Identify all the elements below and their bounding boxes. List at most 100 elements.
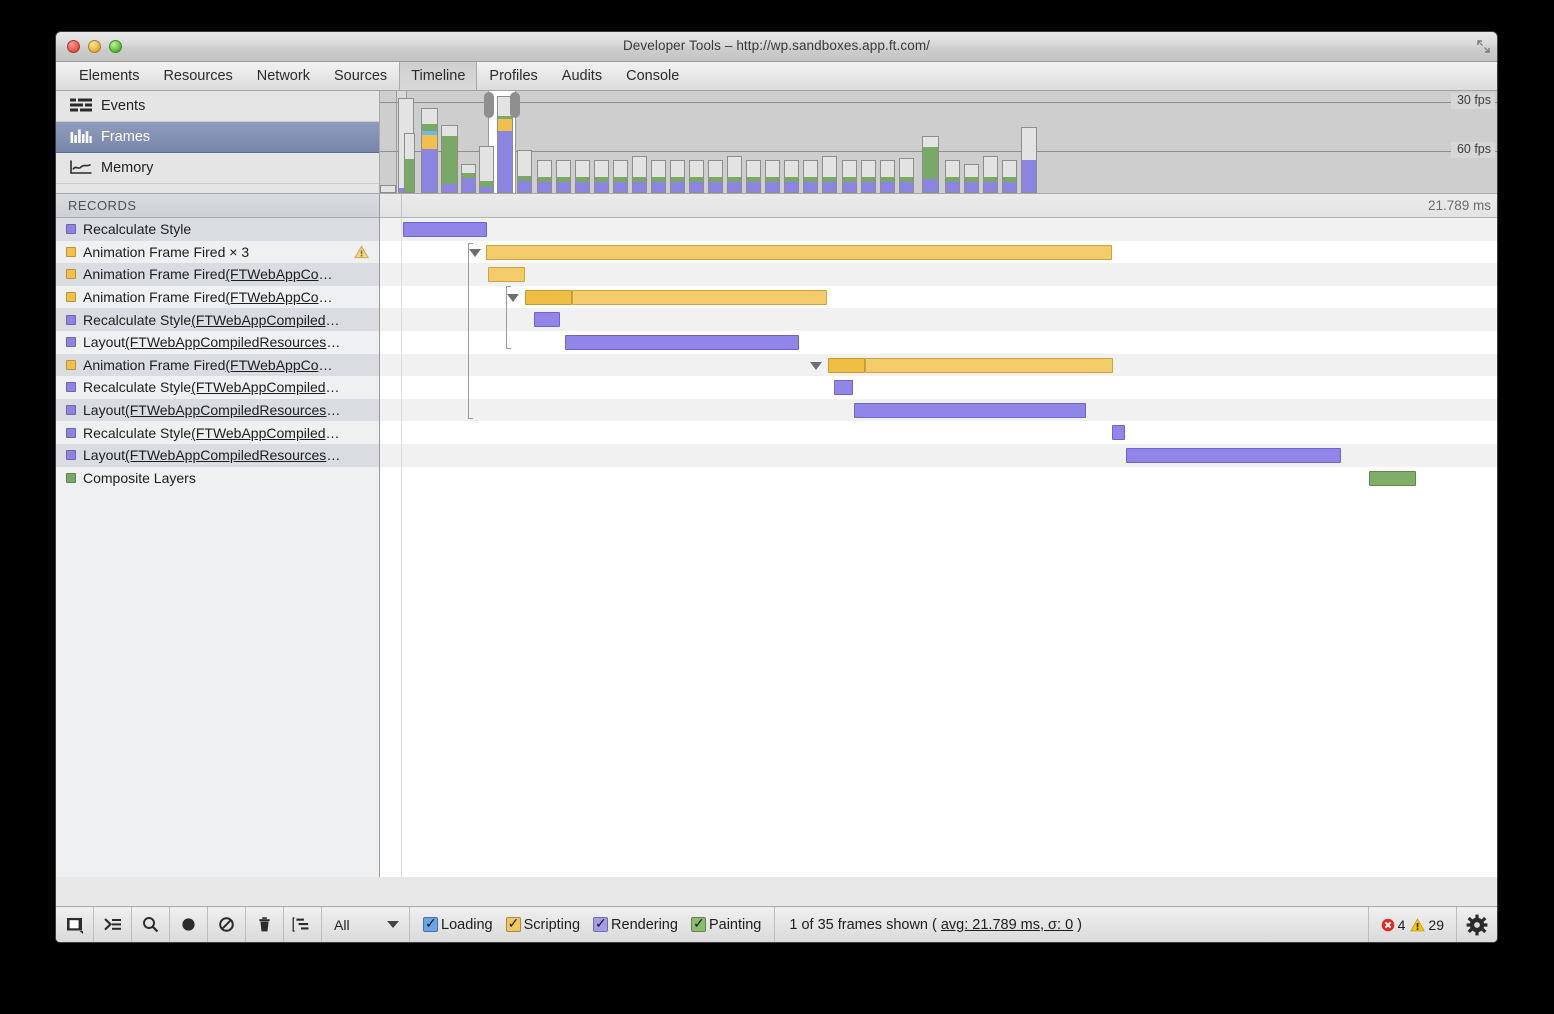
warning-count-item[interactable]: 29 bbox=[1410, 917, 1444, 933]
record-row[interactable]: Recalculate Style (FTWebAppCompiled… bbox=[56, 421, 379, 444]
filter-tree-icon[interactable] bbox=[284, 907, 322, 942]
frame-bar[interactable] bbox=[727, 156, 742, 193]
record-icon[interactable] bbox=[170, 907, 208, 942]
tab-console[interactable]: Console bbox=[614, 62, 691, 90]
frame-bar[interactable] bbox=[803, 160, 818, 193]
frame-bar[interactable] bbox=[899, 158, 914, 193]
timeline-bar[interactable] bbox=[854, 402, 1086, 418]
timeline-bar[interactable] bbox=[1369, 470, 1416, 486]
record-row[interactable]: Recalculate Style (FTWebAppCompiled… bbox=[56, 376, 379, 399]
record-row[interactable]: Animation Frame Fired (FTWebAppCo… bbox=[56, 353, 379, 377]
disclosure-triangle-icon[interactable] bbox=[507, 293, 519, 302]
tab-elements[interactable]: Elements bbox=[67, 62, 151, 90]
frame-bar[interactable] bbox=[945, 160, 960, 193]
disclosure-triangle-icon[interactable] bbox=[469, 248, 481, 257]
record-row[interactable]: Animation Frame Fired (FTWebAppCo… bbox=[56, 285, 379, 309]
checkbox-loading[interactable]: ✓ Loading bbox=[423, 916, 493, 933]
tab-resources[interactable]: Resources bbox=[151, 62, 244, 90]
record-source-link[interactable]: (FTWebAppCompiled bbox=[191, 312, 325, 328]
timeline-panel[interactable]: 21.789 ms bbox=[380, 194, 1497, 877]
record-source-link[interactable]: (FTWebAppCo bbox=[225, 289, 318, 305]
record-row[interactable]: Composite Layers bbox=[56, 466, 379, 490]
frame-bar[interactable] bbox=[613, 160, 628, 193]
frame-bar[interactable] bbox=[441, 125, 458, 193]
trash-icon[interactable] bbox=[246, 907, 284, 942]
filter-select[interactable]: All bbox=[322, 907, 410, 942]
frame-bar[interactable] bbox=[1021, 127, 1037, 193]
dock-panel-icon[interactable] bbox=[56, 907, 94, 942]
clear-icon[interactable] bbox=[208, 907, 246, 942]
frame-bar[interactable] bbox=[784, 160, 799, 193]
timeline-bar[interactable] bbox=[525, 289, 572, 305]
tab-sources[interactable]: Sources bbox=[322, 62, 399, 90]
frame-bar[interactable] bbox=[632, 156, 647, 193]
frame-bar[interactable] bbox=[517, 150, 532, 193]
checkbox-rendering[interactable]: ✓ Rendering bbox=[593, 916, 678, 933]
frame-bar[interactable] bbox=[708, 160, 723, 193]
timeline-bar[interactable] bbox=[488, 267, 525, 283]
record-source-link[interactable]: (FTWebAppCompiled bbox=[191, 379, 325, 395]
frame-bar[interactable] bbox=[880, 160, 895, 193]
record-source-link[interactable]: (FTWebAppCo bbox=[225, 266, 318, 282]
console-drawer-icon[interactable] bbox=[94, 907, 132, 942]
frames-shown-link[interactable]: avg: 21.789 ms, σ: 0 bbox=[941, 917, 1073, 933]
frame-bar[interactable] bbox=[765, 160, 780, 193]
frame-bar[interactable] bbox=[575, 160, 590, 193]
frame-bar[interactable] bbox=[983, 156, 998, 193]
timeline-bar[interactable] bbox=[1112, 425, 1125, 441]
frame-bar[interactable] bbox=[479, 146, 494, 193]
record-row[interactable]: Layout (FTWebAppCompiledResources… bbox=[56, 443, 379, 467]
record-row[interactable]: Layout (FTWebAppCompiledResources… bbox=[56, 398, 379, 422]
timeline-bar[interactable] bbox=[865, 357, 1113, 373]
record-source-link[interactable]: (FTWebAppCompiledResources bbox=[125, 402, 326, 418]
checkbox-painting[interactable]: ✓ Painting bbox=[690, 916, 761, 933]
frame-bar[interactable] bbox=[461, 164, 476, 193]
checkbox-box[interactable]: ✓ bbox=[593, 916, 609, 932]
checkbox-box[interactable]: ✓ bbox=[423, 916, 438, 932]
gear-icon[interactable] bbox=[1457, 907, 1497, 942]
resize-corner-icon[interactable] bbox=[1477, 40, 1490, 53]
overview-selection-handle-right[interactable] bbox=[510, 92, 520, 118]
overview-selection-handle-left[interactable] bbox=[484, 92, 494, 118]
timeline-bar[interactable] bbox=[834, 380, 853, 396]
frame-bar[interactable] bbox=[670, 160, 685, 193]
checkbox-scripting[interactable]: ✓ Scripting bbox=[505, 916, 580, 933]
tab-timeline[interactable]: Timeline bbox=[399, 62, 478, 90]
timeline-bar[interactable] bbox=[486, 244, 1112, 260]
frames-overview-graph[interactable]: 30 fps 60 fps bbox=[380, 91, 1497, 193]
frame-bar[interactable] bbox=[964, 164, 979, 193]
frame-bar[interactable] bbox=[421, 108, 438, 193]
record-source-link[interactable]: (FTWebAppCompiledResources bbox=[125, 447, 326, 463]
frame-bar[interactable] bbox=[380, 185, 396, 193]
checkbox-box[interactable]: ✓ bbox=[505, 916, 521, 932]
record-source-link[interactable]: (FTWebAppCo bbox=[225, 357, 318, 373]
record-source-link[interactable]: (FTWebAppCompiled bbox=[191, 425, 325, 441]
timeline-bar[interactable] bbox=[565, 335, 799, 350]
error-count-item[interactable]: 4 bbox=[1381, 917, 1405, 933]
frame-bar[interactable] bbox=[689, 160, 704, 193]
frame-bar[interactable] bbox=[404, 133, 415, 193]
timeline-bar[interactable] bbox=[828, 357, 865, 373]
frame-bar[interactable] bbox=[594, 160, 609, 193]
overview-mode-events[interactable]: Events bbox=[56, 91, 379, 122]
tab-network[interactable]: Network bbox=[245, 62, 322, 90]
record-source-link[interactable]: (FTWebAppCompiledResources bbox=[125, 334, 326, 350]
timeline-bar[interactable] bbox=[1126, 448, 1341, 463]
overview-mode-memory[interactable]: Memory bbox=[56, 153, 379, 184]
checkbox-box[interactable]: ✓ bbox=[690, 916, 706, 932]
search-icon[interactable] bbox=[132, 907, 170, 942]
frame-bar[interactable] bbox=[922, 136, 939, 193]
frame-bar[interactable] bbox=[651, 160, 666, 193]
record-row[interactable]: Recalculate Style bbox=[56, 218, 379, 241]
frame-bar[interactable] bbox=[537, 160, 552, 193]
timeline-bar[interactable] bbox=[534, 312, 560, 328]
tab-audits[interactable]: Audits bbox=[550, 62, 614, 90]
frame-bar[interactable] bbox=[1002, 160, 1017, 193]
frame-bar[interactable] bbox=[822, 156, 837, 193]
overview-mode-frames[interactable]: Frames bbox=[56, 122, 379, 153]
frame-bar[interactable] bbox=[556, 160, 571, 193]
console-counts[interactable]: 4 29 bbox=[1367, 907, 1457, 942]
disclosure-triangle-icon[interactable] bbox=[810, 361, 822, 370]
timeline-bar[interactable] bbox=[572, 289, 827, 305]
record-row[interactable]: Animation Frame Fired × 3 bbox=[56, 240, 379, 264]
